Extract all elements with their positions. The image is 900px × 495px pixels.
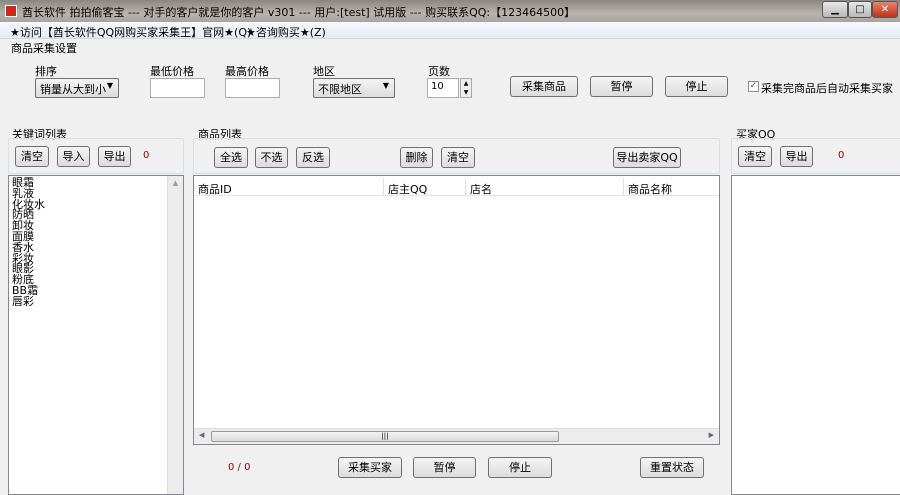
max-price-label: 最高价格 — [225, 65, 269, 78]
keyword-item[interactable]: 化妆水 — [12, 199, 180, 211]
products-hscrollbar[interactable]: ◀ ||| ▶ — [194, 428, 719, 444]
scroll-thumb[interactable]: ||| — [211, 431, 559, 442]
collect-buyers-button[interactable]: 采集买家 — [338, 457, 402, 478]
keyword-item[interactable]: 香水 — [12, 242, 180, 254]
keyword-item[interactable]: 卸妆 — [12, 220, 180, 232]
progress-count: 0 / 0 — [228, 462, 251, 473]
chevron-down-icon: ▼ — [106, 81, 113, 90]
chevron-down-icon: ▼ — [382, 81, 389, 90]
invert-selection-button[interactable]: 反选 — [296, 147, 330, 168]
sort-select[interactable]: 销量从大到小 ▼ — [35, 78, 119, 98]
products-pause-button[interactable]: 暂停 — [413, 457, 476, 478]
keyword-item[interactable]: BB霜 — [12, 285, 180, 297]
products-clear-button[interactable]: 清空 — [441, 147, 475, 168]
delete-button[interactable]: 删除 — [400, 147, 433, 168]
keywords-scrollbar[interactable]: ▲ — [167, 176, 183, 494]
scroll-right-icon: ▶ — [708, 431, 714, 439]
region-value: 不限地区 — [318, 83, 362, 96]
min-price-input[interactable] — [150, 78, 205, 98]
select-all-button[interactable]: 全选 — [214, 147, 248, 168]
buyers-export-button[interactable]: 导出 — [780, 146, 813, 167]
column-header-owner-qq[interactable]: 店主QQ — [384, 178, 466, 196]
keywords-count: 0 — [143, 150, 150, 161]
region-select[interactable]: 不限地区 ▼ — [313, 78, 395, 98]
auto-collect-label: 采集完商品后自动采集买家 — [761, 82, 893, 95]
window-title: 酋长软件 拍拍偷客宝 --- 对手的客户就是你的客户 v301 --- 用户:[… — [22, 6, 576, 19]
min-price-label: 最低价格 — [150, 65, 194, 78]
keywords-export-button[interactable]: 导出 — [98, 146, 131, 167]
max-price-input[interactable] — [225, 78, 280, 98]
title-bar: 酋长软件 拍拍偷客宝 --- 对手的客户就是你的客户 v301 --- 用户:[… — [0, 0, 900, 22]
pages-label: 页数 — [428, 65, 450, 78]
products-stop-button[interactable]: 停止 — [488, 457, 552, 478]
keyword-item[interactable]: 防晒 — [12, 209, 180, 221]
keyword-item[interactable]: 彩妆 — [12, 253, 180, 265]
close-button[interactable]: ✕ — [872, 1, 898, 18]
buyers-list[interactable] — [731, 175, 900, 495]
buyers-count: 0 — [838, 150, 845, 161]
pause-button[interactable]: 暂停 — [590, 76, 653, 97]
collect-products-button[interactable]: 采集商品 — [510, 76, 578, 97]
keyword-item[interactable]: 面膜 — [12, 231, 180, 243]
products-table[interactable]: 商品ID 店主QQ 店名 商品名称 ◀ ||| ▶ — [193, 175, 720, 445]
keywords-clear-button[interactable]: 清空 — [15, 146, 49, 167]
minimize-button[interactable]: ▁ — [822, 1, 848, 18]
table-header: 商品ID 店主QQ 店名 商品名称 — [194, 178, 719, 196]
scroll-left-icon: ◀ — [199, 431, 205, 439]
export-seller-qq-button[interactable]: 导出卖家QQ — [613, 147, 681, 168]
stop-button[interactable]: 停止 — [665, 76, 728, 97]
keyword-item[interactable]: 眼霜 — [12, 177, 180, 189]
column-header-shop-name[interactable]: 店名 — [466, 178, 624, 196]
sort-value: 销量从大到小 — [40, 83, 106, 96]
region-label: 地区 — [313, 65, 335, 78]
select-none-button[interactable]: 不选 — [255, 147, 288, 168]
pages-spinner[interactable]: ▲ ▼ — [460, 78, 472, 98]
maximize-button[interactable]: □ — [848, 1, 872, 18]
sort-label: 排序 — [35, 65, 57, 78]
keywords-list[interactable]: 眼霜 乳液 化妆水 防晒 卸妆 面膜 香水 彩妆 眼影 粉底 BB霜 唇彩 ▲ — [8, 175, 184, 495]
menu-bar: ★访问【酋长软件QQ网购买家采集王】官网★(Q) ★咨询购买★(Z) — [0, 22, 900, 39]
app-icon — [5, 5, 17, 17]
menu-consult-buy[interactable]: ★咨询购买★(Z) — [246, 24, 326, 40]
menu-visit-site[interactable]: ★访问【酋长软件QQ网购买家采集王】官网★(Q) — [10, 24, 251, 40]
scroll-up-icon: ▲ — [172, 179, 179, 187]
pages-input[interactable]: 10 — [427, 78, 459, 98]
keyword-item[interactable]: 唇彩 — [12, 296, 180, 308]
column-header-product-name[interactable]: 商品名称 — [624, 178, 719, 196]
settings-group-title: 商品采集设置 — [11, 42, 77, 55]
keyword-item[interactable]: 眼影 — [12, 263, 180, 275]
buyers-clear-button[interactable]: 清空 — [738, 146, 772, 167]
keywords-import-button[interactable]: 导入 — [57, 146, 90, 167]
reset-status-button[interactable]: 重置状态 — [640, 457, 704, 478]
column-header-product-id[interactable]: 商品ID — [194, 178, 384, 196]
auto-collect-checkbox[interactable]: ✓ — [748, 81, 759, 92]
